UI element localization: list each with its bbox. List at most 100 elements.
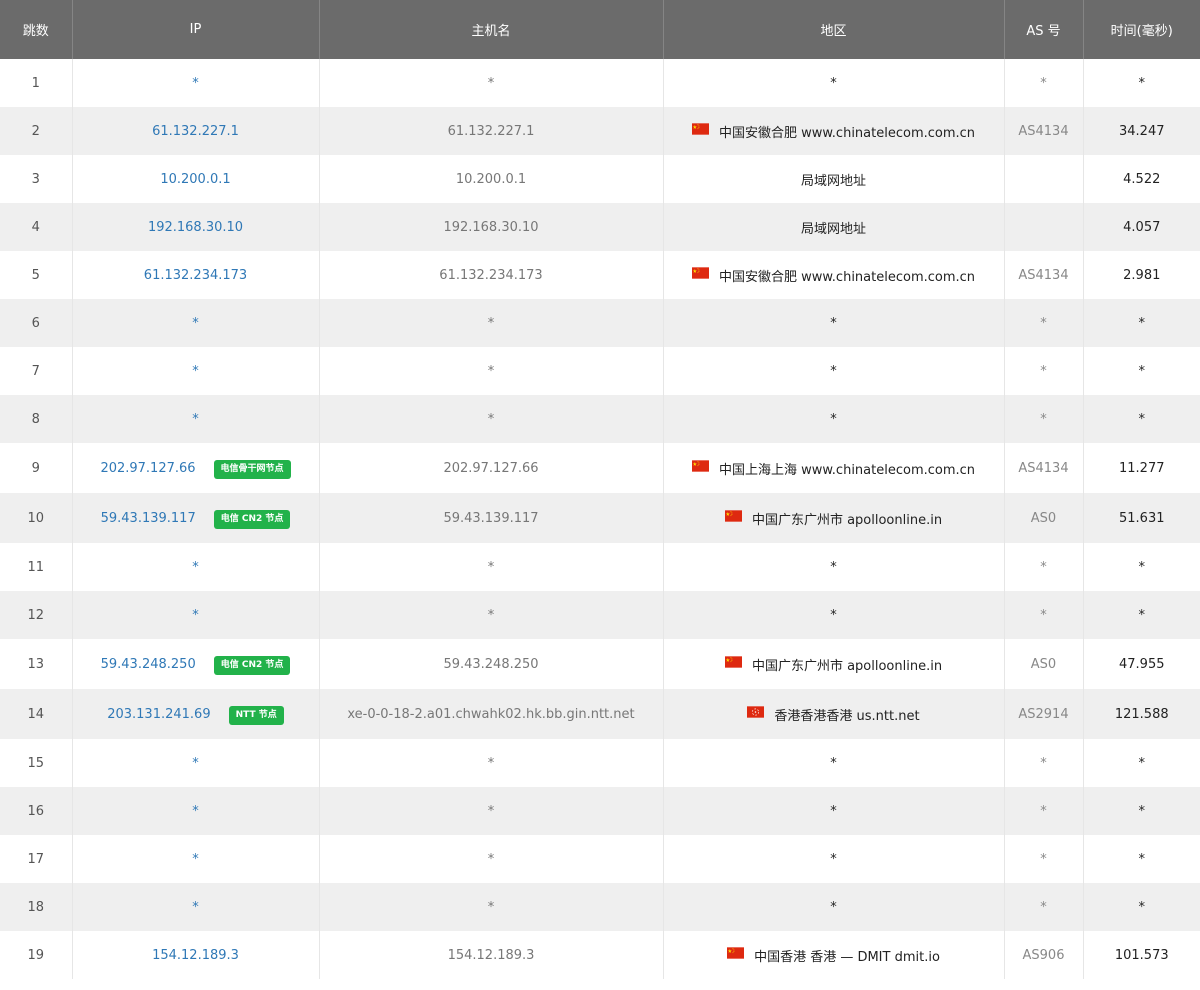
header-time: 时间(毫秒) xyxy=(1083,0,1200,59)
hostname-cell: 59.43.139.117 xyxy=(319,493,664,543)
hostname-cell: * xyxy=(319,883,664,931)
ip-link[interactable]: 61.132.234.173 xyxy=(144,268,247,283)
ip-link[interactable]: * xyxy=(192,756,199,771)
table-row: 9 202.97.127.66 电信骨干网节点 202.97.127.66 中国上海上海… xyxy=(0,443,1200,493)
time-cell: 34.247 xyxy=(1083,107,1200,155)
cn-flag-icon xyxy=(691,267,709,279)
hop-cell: 19 xyxy=(0,931,73,979)
ip-link[interactable]: 59.43.248.250 xyxy=(101,657,196,672)
cn-flag-icon xyxy=(691,123,709,135)
hostname-cell: 154.12.189.3 xyxy=(319,931,664,979)
table-row: 4 192.168.30.10 192.168.30.10 局域网地址 4.057 xyxy=(0,203,1200,251)
region-text: * xyxy=(830,851,837,867)
ip-cell: 203.131.241.69 NTT 节点 xyxy=(72,689,320,739)
region-cell: * xyxy=(663,543,1005,591)
hop-cell: 3 xyxy=(0,155,73,203)
table-row: 5 61.132.234.173 61.132.234.173 中国安徽合肥 www.… xyxy=(0,251,1200,299)
hostname-cell: * xyxy=(319,299,664,347)
as-cell: AS4134 xyxy=(1004,251,1084,299)
hop-cell: 12 xyxy=(0,591,73,639)
hostname-cell: * xyxy=(319,739,664,787)
ip-link[interactable]: 10.200.0.1 xyxy=(160,172,230,187)
ip-link[interactable]: 192.168.30.10 xyxy=(148,220,243,235)
cn-flag-icon xyxy=(724,656,742,668)
node-badge: NTT 节点 xyxy=(228,705,284,725)
region-text: 中国广东广州市 apolloonline.in xyxy=(751,658,943,674)
ip-link[interactable]: 203.131.241.69 xyxy=(107,707,210,722)
header-as: AS 号 xyxy=(1004,0,1084,59)
as-cell: * xyxy=(1004,835,1084,883)
time-cell: 47.955 xyxy=(1119,656,1165,672)
region-text: 中国广东广州市 apolloonline.in xyxy=(751,512,943,528)
ip-link[interactable]: 61.132.227.1 xyxy=(152,124,239,139)
ip-cell: * xyxy=(72,395,320,443)
cn-flag-icon xyxy=(691,460,709,472)
ip-link[interactable]: * xyxy=(192,76,199,91)
cn-flag-icon xyxy=(724,510,742,522)
ip-link[interactable]: 154.12.189.3 xyxy=(152,948,239,963)
ip-cell: 10.200.0.1 xyxy=(72,155,320,203)
hop-cell: 9 xyxy=(0,443,73,493)
hostname-cell: * xyxy=(319,835,664,883)
ip-cell: * xyxy=(72,835,320,883)
time-cell: * xyxy=(1083,299,1200,347)
time-cell: 101.573 xyxy=(1114,947,1169,963)
region-text: * xyxy=(830,803,837,819)
region-cell: * xyxy=(663,347,1005,395)
ip-link[interactable]: * xyxy=(192,316,199,331)
region-text: * xyxy=(830,75,837,91)
hk-flag-icon xyxy=(747,706,765,718)
ip-link[interactable]: * xyxy=(192,900,199,915)
as-cell: * xyxy=(1004,299,1084,347)
region-cell: 局域网地址 xyxy=(663,203,1005,251)
ip-link[interactable]: 59.43.139.117 xyxy=(101,511,196,526)
ip-link[interactable]: * xyxy=(192,608,199,623)
ip-cell: * xyxy=(72,591,320,639)
ip-cell: 61.132.234.173 xyxy=(72,251,320,299)
hop-cell: 13 xyxy=(0,639,73,689)
time-cell: * xyxy=(1138,363,1146,379)
ip-cell: 59.43.248.250 电信 CN2 节点 xyxy=(72,639,320,689)
time-cell: 4.057 xyxy=(1083,203,1200,251)
region-text: * xyxy=(830,755,837,771)
time-cell: * xyxy=(1083,787,1200,835)
table-row: 6 * * * * * xyxy=(0,299,1200,347)
time-cell: 11.277 xyxy=(1119,460,1165,476)
region-cell: 中国香港 香港 — DMIT dmit.io xyxy=(663,931,1005,979)
ip-link[interactable]: * xyxy=(192,412,199,427)
time-cell: 121.588 xyxy=(1083,689,1200,739)
hostname-cell: * xyxy=(319,59,664,107)
region-text: * xyxy=(830,559,837,575)
time-cell: * xyxy=(1138,755,1146,771)
hop-cell: 1 xyxy=(0,59,73,107)
as-cell: AS4134 xyxy=(1004,443,1084,493)
as-cell: * xyxy=(1004,59,1084,107)
region-cell: 中国广东广州市 apolloonline.in xyxy=(663,493,1005,543)
hop-cell: 2 xyxy=(0,107,73,155)
time-cell: * xyxy=(1083,591,1200,639)
ip-link[interactable]: * xyxy=(192,560,199,575)
hostname-cell: * xyxy=(319,787,664,835)
table-row: 1 * * * * * xyxy=(0,59,1200,107)
region-text: 香港香港香港 us.ntt.net xyxy=(774,708,920,724)
ip-cell: * xyxy=(72,883,320,931)
ip-cell: * xyxy=(72,299,320,347)
table-row: 3 10.200.0.1 10.200.0.1 局域网地址 4.522 xyxy=(0,155,1200,203)
ip-cell: * xyxy=(72,347,320,395)
region-text: * xyxy=(830,315,837,331)
ip-link[interactable]: * xyxy=(192,852,199,867)
hostname-cell: 10.200.0.1 xyxy=(319,155,664,203)
region-cell: * xyxy=(663,787,1005,835)
time-cell: 4.522 xyxy=(1123,171,1161,187)
hostname-cell: * xyxy=(319,591,664,639)
ip-link[interactable]: * xyxy=(192,364,199,379)
ip-link[interactable]: 202.97.127.66 xyxy=(100,461,195,476)
header-ip: IP xyxy=(72,0,320,59)
ip-link[interactable]: * xyxy=(192,804,199,819)
traceroute-table: 跳数 IP 主机名 地区 AS 号 时间(毫秒) 1 * * * * * 2 61.132.2… xyxy=(0,0,1200,979)
region-cell: 局域网地址 xyxy=(663,155,1005,203)
table-row: 13 59.43.248.250 电信 CN2 节点 59.43.248.250 中国广… xyxy=(0,639,1200,689)
ip-cell: 61.132.227.1 xyxy=(72,107,320,155)
hostname-cell: 61.132.227.1 xyxy=(319,107,664,155)
region-cell: * xyxy=(663,395,1005,443)
